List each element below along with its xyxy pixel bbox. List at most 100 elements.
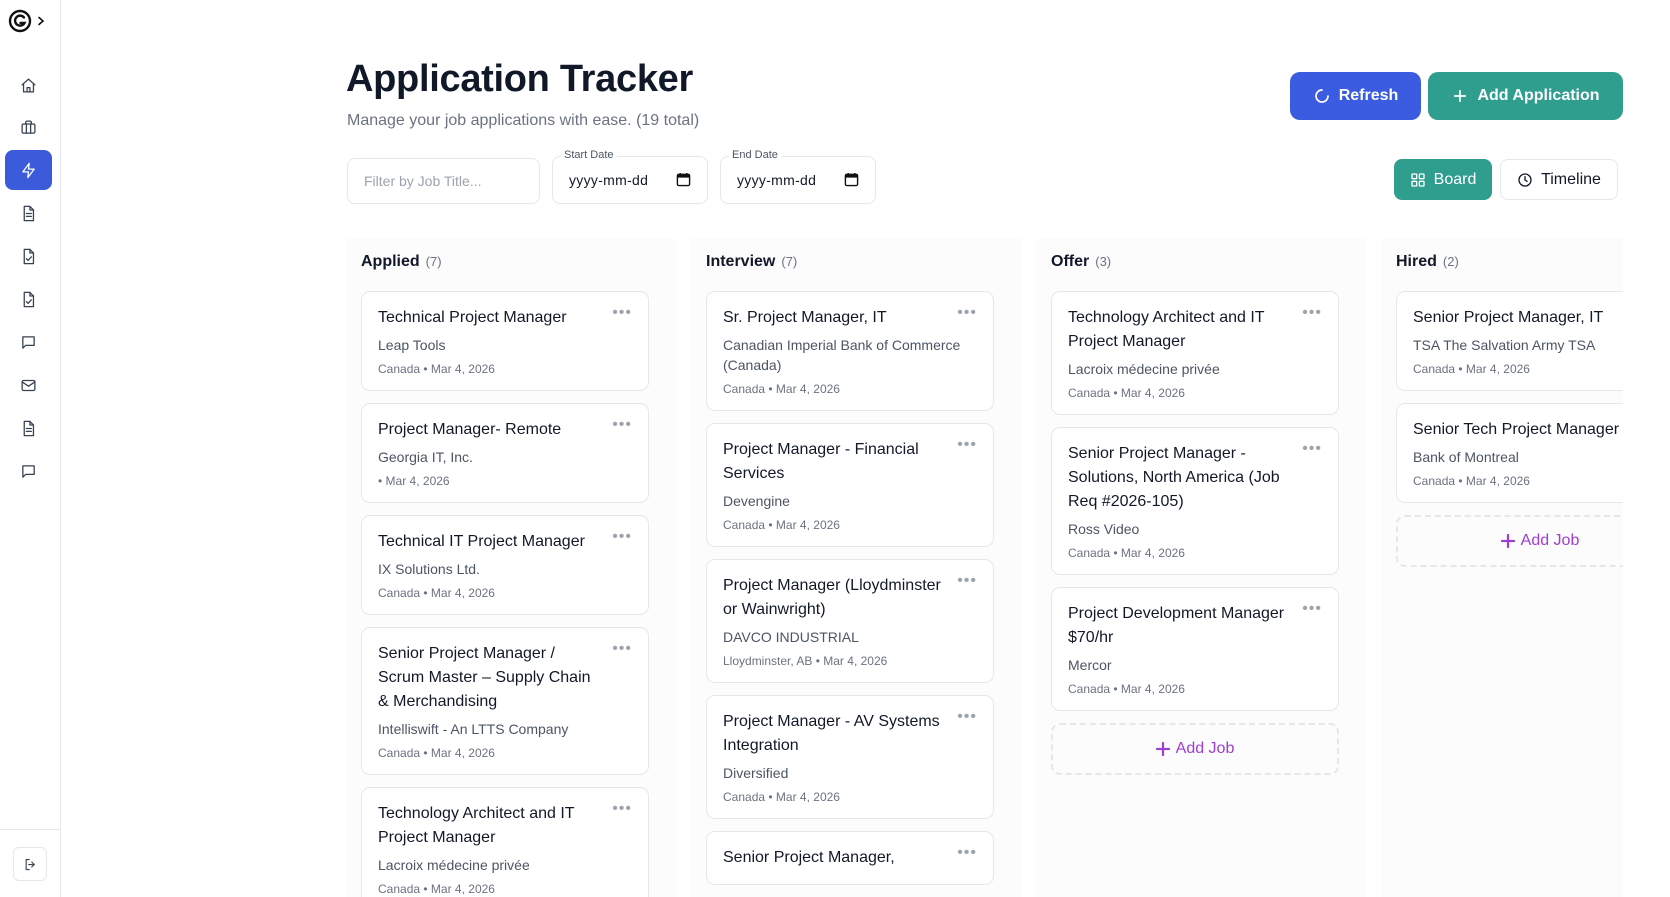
calendar-icon[interactable] (676, 172, 691, 187)
more-options-icon[interactable]: ••• (957, 436, 977, 454)
end-date-field[interactable]: End Date yyyy-mm-dd (720, 149, 876, 204)
start-date-field[interactable]: Start Date yyyy-mm-dd (552, 149, 708, 204)
refresh-label: Refresh (1338, 87, 1399, 104)
job-location: Lloydminster, AB (723, 654, 813, 668)
company-name: Canadian Imperial Bank of Commerce (Cana… (723, 337, 961, 373)
nav-cover-letter[interactable] (5, 279, 52, 319)
more-options-icon[interactable]: ••• (612, 800, 632, 818)
add-application-button[interactable]: Add Application (1428, 72, 1623, 120)
job-location: Canada (378, 882, 421, 896)
job-card[interactable]: Sr. Project Manager, IT Canadian Imperia… (706, 291, 994, 411)
more-options-icon[interactable]: ••• (1302, 304, 1322, 322)
job-card[interactable]: Project Manager - Financial Services Dev… (706, 423, 994, 547)
job-card[interactable]: Project Manager - AV Systems Integration… (706, 695, 994, 819)
add-job-label: Add Job (1520, 532, 1580, 549)
lightning-icon (22, 162, 35, 178)
more-options-icon[interactable]: ••• (612, 640, 632, 658)
job-location: Canada (723, 382, 766, 396)
job-card[interactable]: Technology Architect and IT Project Mana… (361, 787, 649, 897)
nav-chat[interactable] (5, 322, 52, 362)
sidebar-divider (0, 829, 61, 830)
job-card[interactable]: Senior Project Manager / Scrum Master – … (361, 627, 649, 775)
end-date-label: End Date (729, 149, 781, 161)
nav-resume[interactable] (5, 236, 52, 276)
job-meta: Canada • Mar 4, 2026 (723, 518, 840, 532)
job-card[interactable]: Technical Project Manager Leap Tools Can… (361, 291, 649, 391)
logout-button[interactable] (13, 847, 47, 881)
more-options-icon[interactable]: ••• (612, 528, 632, 546)
job-date: Mar 4, 2026 (1465, 474, 1530, 488)
more-options-icon[interactable]: ••• (1302, 600, 1322, 618)
add-job-button[interactable]: Add Job (1396, 515, 1623, 567)
job-meta: • Mar 4, 2026 (378, 474, 450, 488)
more-options-icon[interactable]: ••• (957, 708, 977, 726)
job-meta: Canada • Mar 4, 2026 (723, 382, 840, 396)
nav-documents[interactable] (5, 193, 52, 233)
job-meta: Canada • Mar 4, 2026 (378, 586, 495, 600)
column-title: Offer (1051, 253, 1090, 270)
job-date: Mar 4, 2026 (1465, 362, 1530, 376)
job-location: Canada (1413, 362, 1456, 376)
column-offer: Offer (3) Technology Architect and IT Pro… (1036, 238, 1366, 897)
more-options-icon[interactable]: ••• (957, 304, 977, 322)
start-date-value: yyyy-mm-dd (569, 172, 649, 188)
logo-row[interactable] (8, 9, 46, 33)
add-job-button[interactable]: Add Job (1051, 723, 1339, 775)
company-name: Mercor (1068, 657, 1112, 673)
nav-mail[interactable] (5, 365, 52, 405)
job-location: Canada (378, 362, 421, 376)
more-options-icon[interactable]: ••• (612, 416, 632, 434)
nav-tracker[interactable] (5, 150, 52, 190)
job-card[interactable]: Technical IT Project Manager IX Solution… (361, 515, 649, 615)
timeline-view-button[interactable]: Timeline (1500, 159, 1618, 200)
job-title-filter-input[interactable] (347, 158, 540, 204)
nav-jobs[interactable] (5, 107, 52, 147)
job-card[interactable]: Senior Project Manager, IT TSA The Salva… (1396, 291, 1623, 391)
board-view-button[interactable]: Board (1394, 159, 1492, 200)
company-name: Georgia IT, Inc. (378, 449, 473, 465)
job-date: Mar 4, 2026 (430, 362, 495, 376)
file-check-icon (23, 248, 35, 264)
job-location: Canada (378, 746, 421, 760)
job-date: Mar 4, 2026 (1120, 682, 1185, 696)
job-card[interactable]: Project Manager (Lloydminster or Wainwri… (706, 559, 994, 683)
job-date: Mar 4, 2026 (823, 654, 888, 668)
refresh-button[interactable]: Refresh (1290, 72, 1421, 120)
job-card[interactable]: Senior Project Manager, ••• (706, 831, 994, 885)
job-title: Project Manager- Remote (378, 421, 562, 438)
company-name: DAVCO INDUSTRIAL (723, 629, 859, 645)
job-date: Mar 4, 2026 (385, 474, 450, 488)
chevron-right-icon[interactable] (36, 16, 46, 26)
more-options-icon[interactable]: ••• (957, 572, 977, 590)
job-date: Mar 4, 2026 (430, 586, 495, 600)
add-application-label: Add Application (1477, 87, 1600, 104)
home-icon (21, 77, 36, 93)
document-icon (23, 205, 35, 221)
job-date: Mar 4, 2026 (1120, 386, 1185, 400)
nav-notes[interactable] (5, 408, 52, 448)
more-options-icon[interactable]: ••• (1302, 440, 1322, 458)
job-title: Project Manager (Lloydminster or Wainwri… (723, 577, 941, 618)
job-card[interactable]: Senior Project Manager - Solutions, Nort… (1051, 427, 1339, 575)
company-name: Leap Tools (378, 337, 446, 353)
nav-home[interactable] (5, 65, 52, 105)
job-title: Technical IT Project Manager (378, 533, 585, 550)
page-title: Application Tracker (346, 58, 693, 100)
job-date: Mar 4, 2026 (775, 382, 840, 396)
job-card[interactable]: Project Manager- Remote Georgia IT, Inc.… (361, 403, 649, 503)
column-count: (7) (781, 254, 798, 269)
clock-icon (1518, 172, 1532, 187)
more-options-icon[interactable]: ••• (612, 304, 632, 322)
job-title: Senior Project Manager, (723, 849, 895, 866)
company-name: Bank of Montreal (1413, 449, 1519, 465)
nav-messages[interactable] (5, 451, 52, 491)
plus-icon (1454, 89, 1467, 103)
calendar-icon[interactable] (844, 172, 859, 187)
file-check-icon (23, 291, 35, 307)
job-card[interactable]: Project Development Manager $70/hr Merco… (1051, 587, 1339, 711)
job-card[interactable]: Technology Architect and IT Project Mana… (1051, 291, 1339, 415)
job-card[interactable]: Senior Tech Project Manager Bank of Mont… (1396, 403, 1623, 503)
job-title: Technical Project Manager (378, 309, 567, 326)
column-interview: Interview (7) Sr. Project Manager, IT Can… (691, 238, 1021, 897)
more-options-icon[interactable]: ••• (957, 844, 977, 862)
